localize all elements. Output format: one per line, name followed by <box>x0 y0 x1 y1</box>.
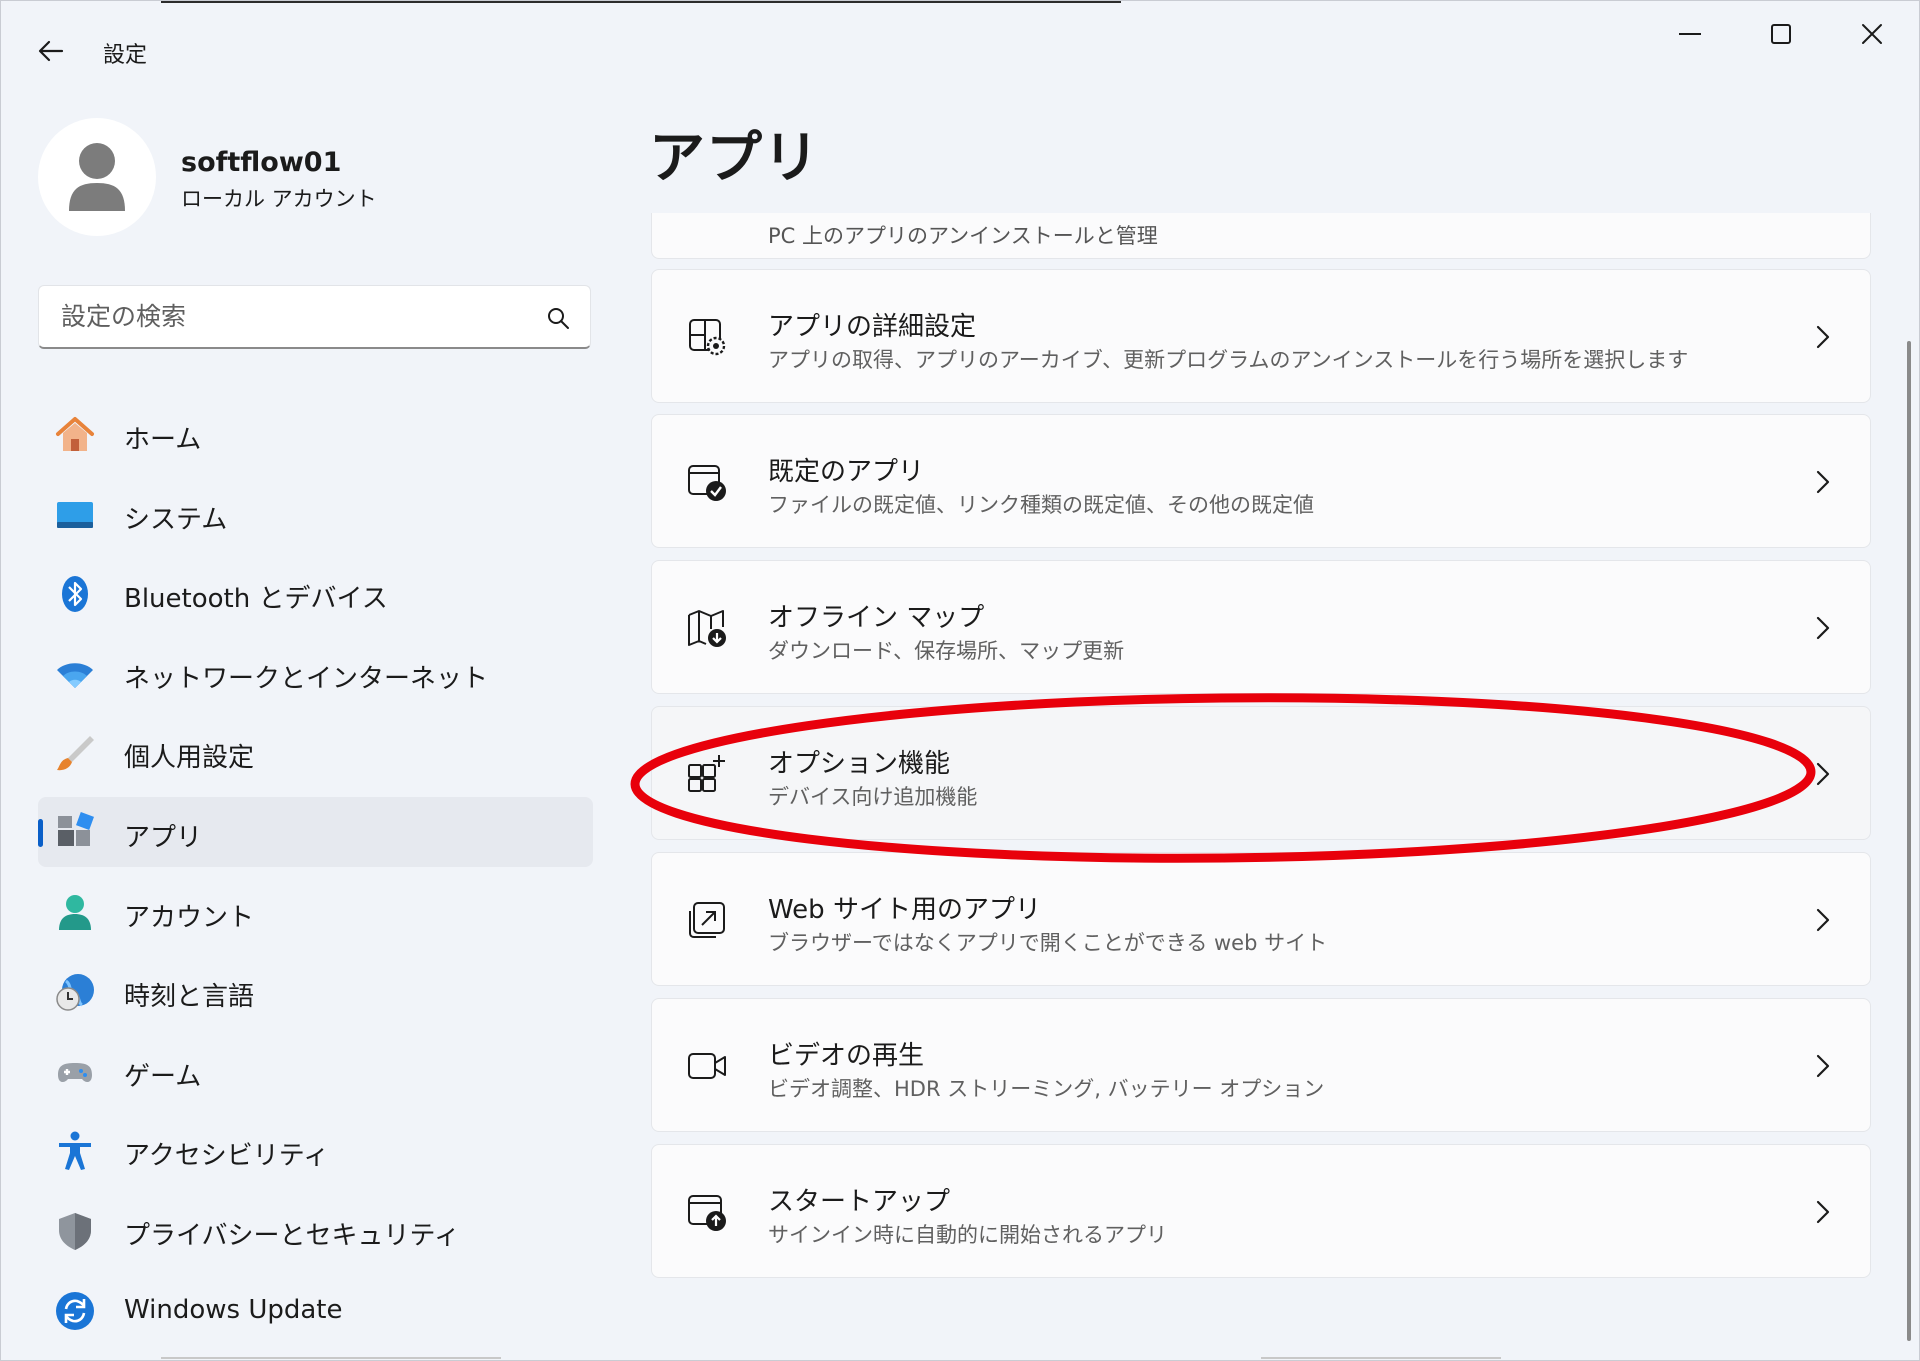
card-title: ビデオの再生 <box>768 1041 925 1071</box>
avatar[interactable] <box>38 118 156 236</box>
search-input[interactable] <box>39 286 529 346</box>
page-title: アプリ <box>649 126 820 191</box>
sidebar-item-label: プライバシーとセキュリティ <box>124 1220 460 1251</box>
clock-globe-icon <box>56 974 94 1011</box>
maximize-icon <box>1771 24 1791 44</box>
card-subtitle: PC 上のアプリのアンインストールと管理 <box>768 224 1158 248</box>
sidebar-item-label: アカウント <box>124 902 255 933</box>
arrow-left-icon <box>38 40 64 62</box>
sidebar-item-gaming[interactable]: ゲーム <box>38 1036 593 1106</box>
app-title: 設定 <box>103 43 148 68</box>
gamepad-icon <box>58 1062 92 1082</box>
minimize-button[interactable] <box>1655 11 1725 57</box>
settings-window: 設定 softflow01 ローカル アカウント 設定の検索 ホーム システム … <box>0 0 1920 1361</box>
sidebar-item-label: Bluetooth とデバイス <box>124 584 388 615</box>
sidebar-item-accounts[interactable]: アカウント <box>38 877 593 947</box>
card-advanced-app-settings[interactable]: アプリの詳細設定 アプリの取得、アプリのアーカイブ、更新プログラムのアンインスト… <box>651 269 1871 403</box>
close-icon <box>1862 24 1882 44</box>
sidebar-item-label: ネットワークとインターネット <box>124 663 489 694</box>
search-box[interactable] <box>38 285 591 349</box>
sidebar-item-network[interactable]: ネットワークとインターネット <box>38 638 593 708</box>
update-icon <box>56 1291 94 1330</box>
shield-icon <box>59 1212 91 1250</box>
card-subtitle: ビデオ調整、HDR ストリーミング, バッテリー オプション <box>768 1077 1325 1101</box>
person-avatar-icon <box>69 143 125 211</box>
bluetooth-icon <box>62 576 88 613</box>
system-icon <box>57 501 93 528</box>
web-apps-icon <box>689 902 725 938</box>
card-title: Web サイト用のアプリ <box>768 895 1041 925</box>
card-subtitle: ダウンロード、保存場所、マップ更新 <box>768 639 1125 663</box>
minimize-icon <box>1679 33 1701 35</box>
sidebar-nav: ホーム システム Bluetooth とデバイス ネットワークとインターネット <box>38 399 593 1354</box>
default-apps-icon <box>688 465 726 501</box>
card-title: アプリの詳細設定 <box>768 312 977 342</box>
card-apps-for-websites[interactable]: Web サイト用のアプリ ブラウザーではなくアプリで開くことができる web サ… <box>651 852 1871 986</box>
sidebar-item-privacy[interactable]: プライバシーとセキュリティ <box>38 1195 593 1265</box>
chevron-right-icon <box>1816 325 1830 349</box>
brush-icon <box>57 736 94 771</box>
close-button[interactable] <box>1837 11 1907 57</box>
wifi-icon <box>57 663 93 688</box>
chevron-right-icon <box>1816 908 1830 932</box>
sidebar-item-label: システム <box>124 504 228 535</box>
card-video-playback[interactable]: ビデオの再生 ビデオ調整、HDR ストリーミング, バッテリー オプション <box>651 998 1871 1132</box>
chevron-right-icon <box>1816 616 1830 640</box>
chevron-right-icon <box>1816 1054 1830 1078</box>
sidebar-item-bluetooth[interactable]: Bluetooth とデバイス <box>38 558 593 628</box>
card-subtitle: ブラウザーではなくアプリで開くことができる web サイト <box>768 931 1328 955</box>
sidebar-item-label: アクセシビリティ <box>124 1141 330 1172</box>
card-default-apps[interactable]: 既定のアプリ ファイルの既定値、リンク種類の既定値、その他の既定値 <box>651 414 1871 548</box>
card-title: 既定のアプリ <box>768 457 925 487</box>
account-type: ローカル アカウント <box>181 187 377 211</box>
sidebar-item-windows-update[interactable]: Windows Update <box>38 1275 593 1345</box>
card-subtitle: アプリの取得、アプリのアーカイブ、更新プログラムのアンインストールを行う場所を選… <box>768 348 1689 372</box>
advanced-apps-icon <box>689 319 726 356</box>
sidebar-item-label: ホーム <box>124 425 202 455</box>
home-icon <box>56 417 94 451</box>
sidebar-item-label: 個人用設定 <box>124 743 255 774</box>
video-icon <box>688 1053 726 1079</box>
sidebar-item-label: ゲーム <box>124 1061 202 1092</box>
sidebar-item-personalization[interactable]: 個人用設定 <box>38 717 593 787</box>
back-button[interactable] <box>29 31 73 71</box>
sidebar-item-home[interactable]: ホーム <box>38 399 593 469</box>
apps-icon <box>58 811 94 846</box>
sidebar-item-system[interactable]: システム <box>38 479 593 549</box>
accessibility-icon <box>59 1131 91 1171</box>
card-offline-maps[interactable]: オフライン マップ ダウンロード、保存場所、マップ更新 <box>651 560 1871 694</box>
search-icon[interactable] <box>546 306 570 330</box>
card-title: スタートアップ <box>768 1187 951 1217</box>
scrollbar[interactable] <box>1907 341 1911 1341</box>
bottom-edge <box>161 1357 1501 1359</box>
card-subtitle: ファイルの既定値、リンク種類の既定値、その他の既定値 <box>768 493 1314 517</box>
card-startup[interactable]: スタートアップ サインイン時に自動的に開始されるアプリ <box>651 1144 1871 1278</box>
sidebar-item-label: 時刻と言語 <box>124 982 255 1013</box>
sidebar-item-apps[interactable]: アプリ <box>38 796 593 867</box>
card-subtitle: サインイン時に自動的に開始されるアプリ <box>768 1223 1167 1247</box>
person-icon <box>59 894 91 930</box>
card-installed-apps[interactable]: PC 上のアプリのアンインストールと管理 <box>651 213 1871 259</box>
title-bar: 設定 <box>1 1 1919 97</box>
sidebar-item-accessibility[interactable]: アクセシビリティ <box>38 1115 593 1185</box>
card-title: オフライン マップ <box>768 603 985 633</box>
sidebar-item-time-language[interactable]: 時刻と言語 <box>38 956 593 1026</box>
chevron-right-icon <box>1816 1200 1830 1224</box>
account-name: softflow01 <box>181 147 342 178</box>
chevron-right-icon <box>1816 470 1830 494</box>
startup-icon <box>688 1195 726 1231</box>
sidebar-item-label: Windows Update <box>124 1294 343 1325</box>
red-ellipse-annotation <box>630 693 1816 863</box>
offline-map-icon <box>688 610 726 647</box>
sidebar-item-label: アプリ <box>124 822 203 853</box>
maximize-button[interactable] <box>1746 11 1816 57</box>
